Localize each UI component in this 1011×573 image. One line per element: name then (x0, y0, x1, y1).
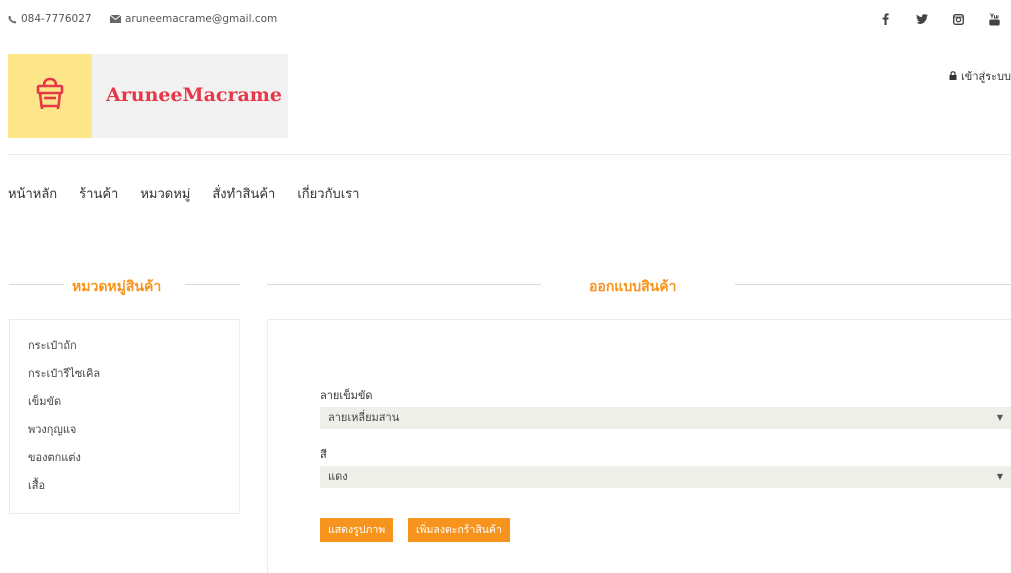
nav-item-shop[interactable]: ร้านค้า (79, 183, 118, 204)
site-logo[interactable]: AruneeMacrame (8, 54, 288, 138)
logo-text[interactable]: AruneeMacrame (106, 84, 282, 106)
category-panel: กระเป๋าถัก กระเป๋ารีไซเคิล เข็มขัด พวงกุ… (9, 319, 240, 514)
shopping-bag-icon (32, 76, 68, 116)
instagram-icon[interactable] (951, 11, 965, 27)
color-label: สี (320, 448, 327, 461)
caret-down-icon: ▼ (996, 472, 1003, 481)
category-item[interactable]: กระเป๋ารีไซเคิล (28, 367, 100, 395)
design-title: ออกแบบสินค้า (589, 279, 677, 295)
login-link[interactable]: เข้าสู่ระบบ (949, 67, 1011, 85)
header-divider (8, 154, 1011, 155)
envelope-icon (110, 15, 121, 23)
top-bar: 084-7776027 aruneemacrame@gmail.com (0, 0, 1011, 40)
design-title-line-left (267, 284, 541, 285)
nav-item-categories[interactable]: หมวดหมู่ (140, 183, 190, 204)
design-title-line-right (735, 284, 1011, 285)
color-select-value: แดง (328, 470, 348, 483)
main-nav: หน้าหลัก ร้านค้า หมวดหมู่ สั่งทำสินค้า เ… (8, 183, 359, 204)
pattern-label: ลายเข็มขัด (320, 389, 373, 402)
category-item[interactable]: เสื้อ (28, 479, 100, 507)
nav-item-custom-order[interactable]: สั่งทำสินค้า (212, 183, 275, 204)
youtube-icon[interactable] (987, 11, 1001, 27)
phone-number: 084-7776027 (21, 13, 92, 25)
pattern-select[interactable]: ลายเหลี่ยมสาน ▼ (320, 407, 1011, 429)
sidebar-title: หมวดหมู่สินค้า (72, 279, 162, 295)
category-item[interactable]: ของตกแต่ง (28, 451, 100, 479)
lock-icon (949, 70, 957, 83)
show-image-button[interactable]: แสดงรูปภาพ (320, 518, 394, 542)
phone-icon (8, 15, 17, 24)
category-item[interactable]: กระเป๋าถัก (28, 339, 100, 367)
category-list: กระเป๋าถัก กระเป๋ารีไซเคิล เข็มขัด พวงกุ… (28, 339, 100, 507)
sidebar-title-line-left (9, 284, 64, 285)
email-address[interactable]: aruneemacrame@gmail.com (125, 13, 277, 25)
add-to-cart-button[interactable]: เพิ่มลงตะกร้าสินค้า (408, 518, 510, 542)
caret-down-icon: ▼ (996, 413, 1003, 422)
category-item[interactable]: เข็มขัด (28, 395, 100, 423)
sidebar-title-line-right (185, 284, 240, 285)
nav-item-about[interactable]: เกี่ยวกับเรา (297, 183, 359, 204)
email-contact[interactable]: aruneemacrame@gmail.com (110, 13, 277, 25)
facebook-icon[interactable] (878, 11, 892, 27)
login-label[interactable]: เข้าสู่ระบบ (961, 67, 1011, 85)
twitter-icon[interactable] (915, 11, 929, 27)
category-item[interactable]: พวงกุญแจ (28, 423, 100, 451)
phone-contact: 084-7776027 (8, 13, 92, 25)
nav-item-home[interactable]: หน้าหลัก (8, 183, 57, 204)
color-select[interactable]: แดง ▼ (320, 466, 1011, 488)
pattern-select-value: ลายเหลี่ยมสาน (328, 411, 400, 424)
logo-badge (8, 54, 92, 138)
